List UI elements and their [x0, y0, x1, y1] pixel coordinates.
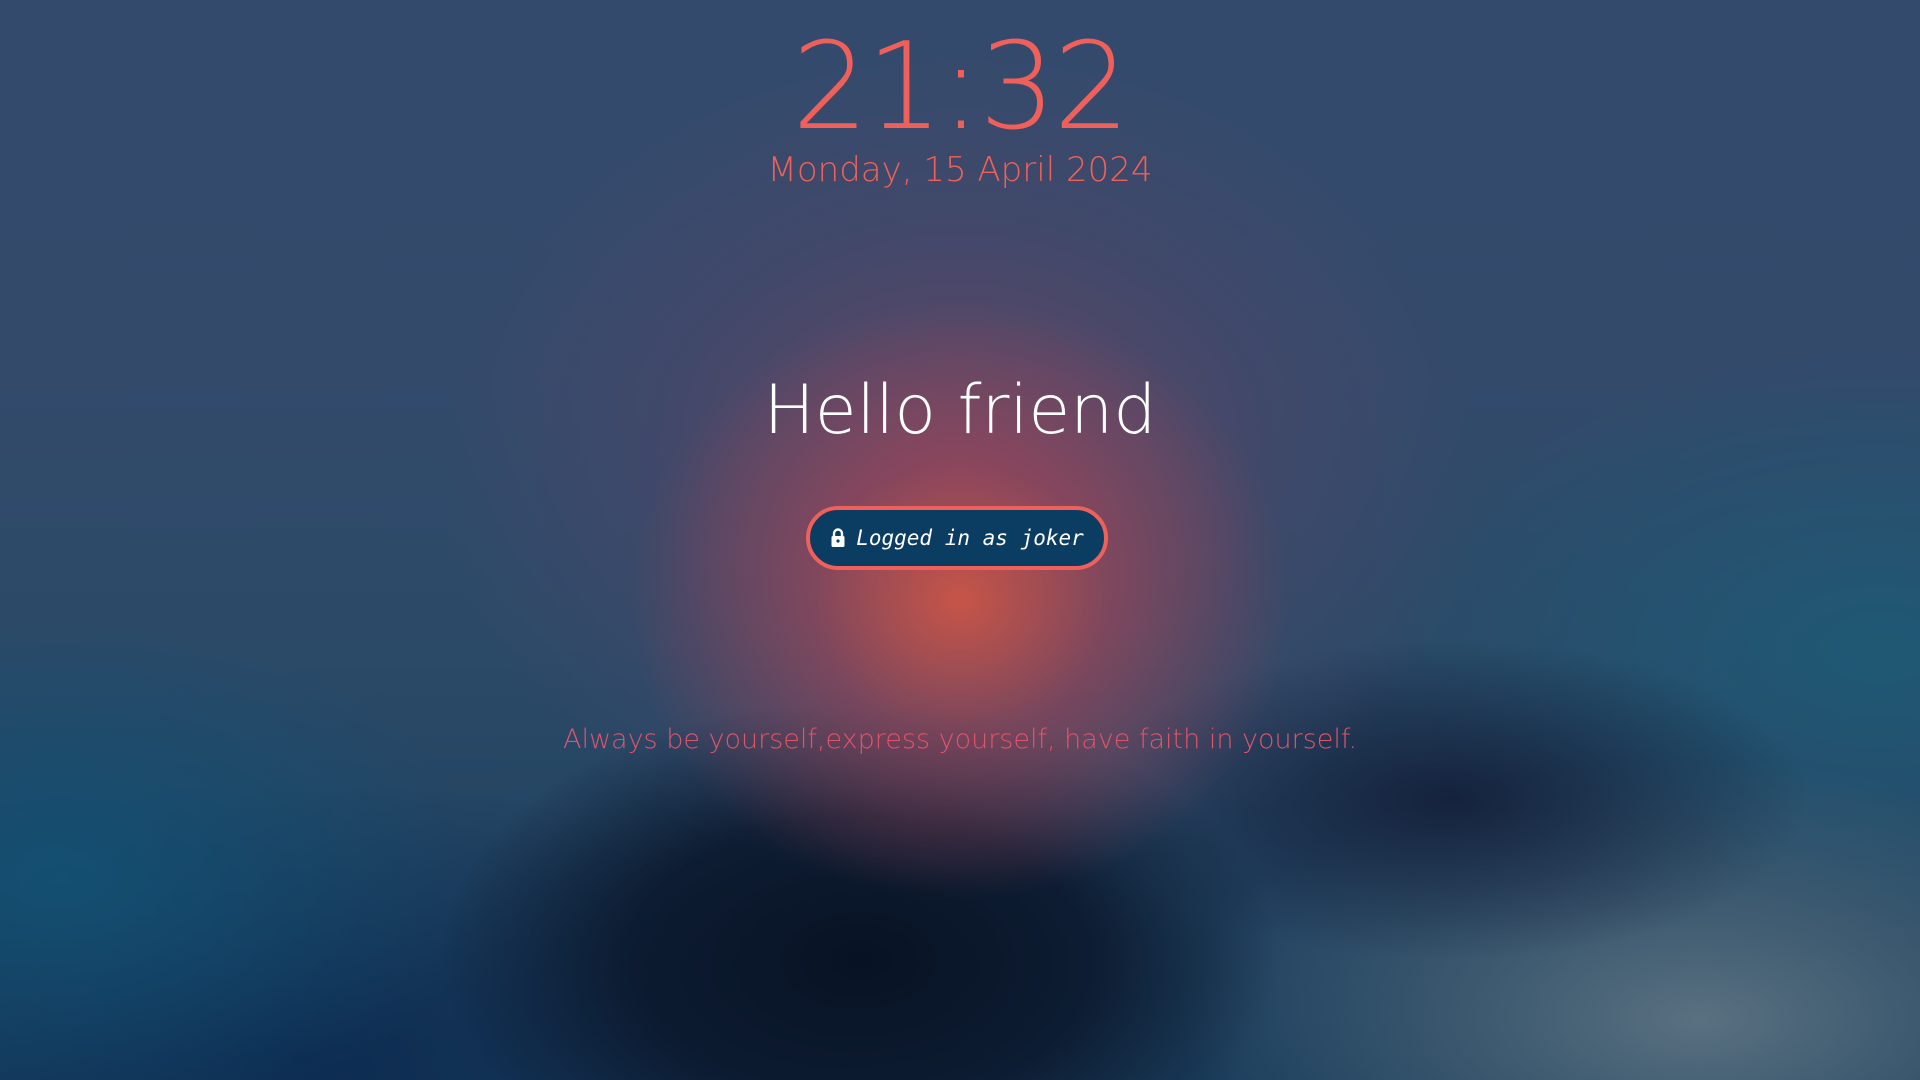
quote-text: Always be yourself,express yourself, hav… — [562, 724, 1358, 755]
lock-screen: 21:32 Monday, 15 April 2024 Hello friend… — [0, 0, 1920, 1080]
greeting-text: Hello friend — [763, 371, 1157, 450]
login-label: Logged in as joker — [856, 526, 1084, 550]
lock-icon — [830, 528, 846, 548]
login-button[interactable]: Logged in as joker — [806, 506, 1108, 570]
clock-date: Monday, 15 April 2024 — [767, 150, 1153, 190]
clock-time: 21:32 — [792, 18, 1130, 157]
